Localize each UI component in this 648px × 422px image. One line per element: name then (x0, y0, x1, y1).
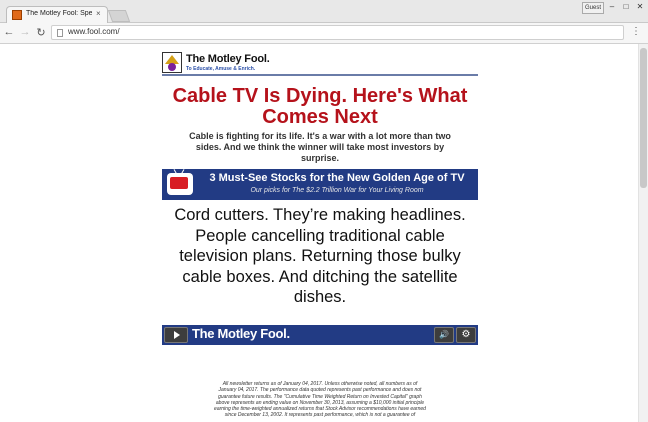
title-bar: The Motley Fool: Specia × Guest – □ ✕ (0, 0, 648, 23)
play-button[interactable] (164, 327, 188, 343)
minimize-button[interactable]: – (606, 2, 618, 12)
tv-icon (167, 169, 193, 195)
video-brand: The Motley Fool. (192, 326, 290, 341)
site-logo[interactable]: The Motley Fool. To Educate, Amuse & Enr… (162, 52, 478, 74)
legal-disclaimer: All newsletter returns as of January 04,… (214, 381, 426, 419)
page-scrollbar[interactable] (638, 44, 648, 422)
body-text: Cord cutters. They’re making headlines. … (174, 206, 466, 306)
jester-logo-icon (162, 52, 182, 73)
tv-screen (170, 177, 188, 189)
tab-title: The Motley Fool: Specia (26, 10, 92, 17)
close-window-button[interactable]: ✕ (634, 2, 646, 12)
tv-antenna (173, 169, 178, 175)
url-text: www.fool.com/ (68, 27, 120, 36)
browser-menu-button[interactable]: ⋮ (631, 26, 641, 37)
promo-banner[interactable]: 3 Must-See Stocks for the New Golden Age… (162, 169, 478, 200)
browser-tab[interactable]: The Motley Fool: Specia × (6, 6, 108, 23)
scrollbar-thumb[interactable] (640, 48, 647, 188)
favicon-icon (12, 10, 22, 20)
page-icon (57, 29, 63, 37)
jester-face (168, 63, 176, 71)
reload-button[interactable]: ↻ (35, 26, 47, 39)
brand-tagline: To Educate, Amuse & Enrich. (186, 66, 256, 72)
profile-button[interactable]: Guest (582, 2, 604, 14)
maximize-button[interactable]: □ (620, 2, 632, 12)
play-icon (174, 331, 180, 339)
video-player-bar: The Motley Fool. 🔊 ⚙ (162, 325, 478, 345)
banner-subtitle: Our picks for The $2.2 Trillion War for … (250, 187, 424, 194)
page-viewport: The Motley Fool. To Educate, Amuse & Enr… (0, 44, 648, 422)
tab-close-button[interactable]: × (96, 9, 101, 18)
brand-name: The Motley Fool. (186, 53, 270, 65)
address-bar[interactable]: www.fool.com/ (51, 25, 624, 40)
back-button[interactable]: ← (3, 26, 15, 38)
banner-title: 3 Must-See Stocks for the New Golden Age… (209, 172, 465, 184)
page-headline: Cable TV Is Dying. Here's What Comes Nex… (172, 85, 468, 128)
new-tab-button[interactable] (107, 10, 131, 22)
gear-icon[interactable]: ⚙ (456, 327, 476, 343)
header-divider (162, 74, 478, 76)
forward-button[interactable]: → (19, 26, 31, 38)
volume-icon[interactable]: 🔊 (434, 327, 454, 343)
browser-toolbar: ← → ↻ www.fool.com/ ⋮ (0, 23, 648, 44)
page-subheadline: Cable is fighting for its life. It's a w… (189, 131, 451, 163)
tv-antenna (180, 169, 185, 175)
